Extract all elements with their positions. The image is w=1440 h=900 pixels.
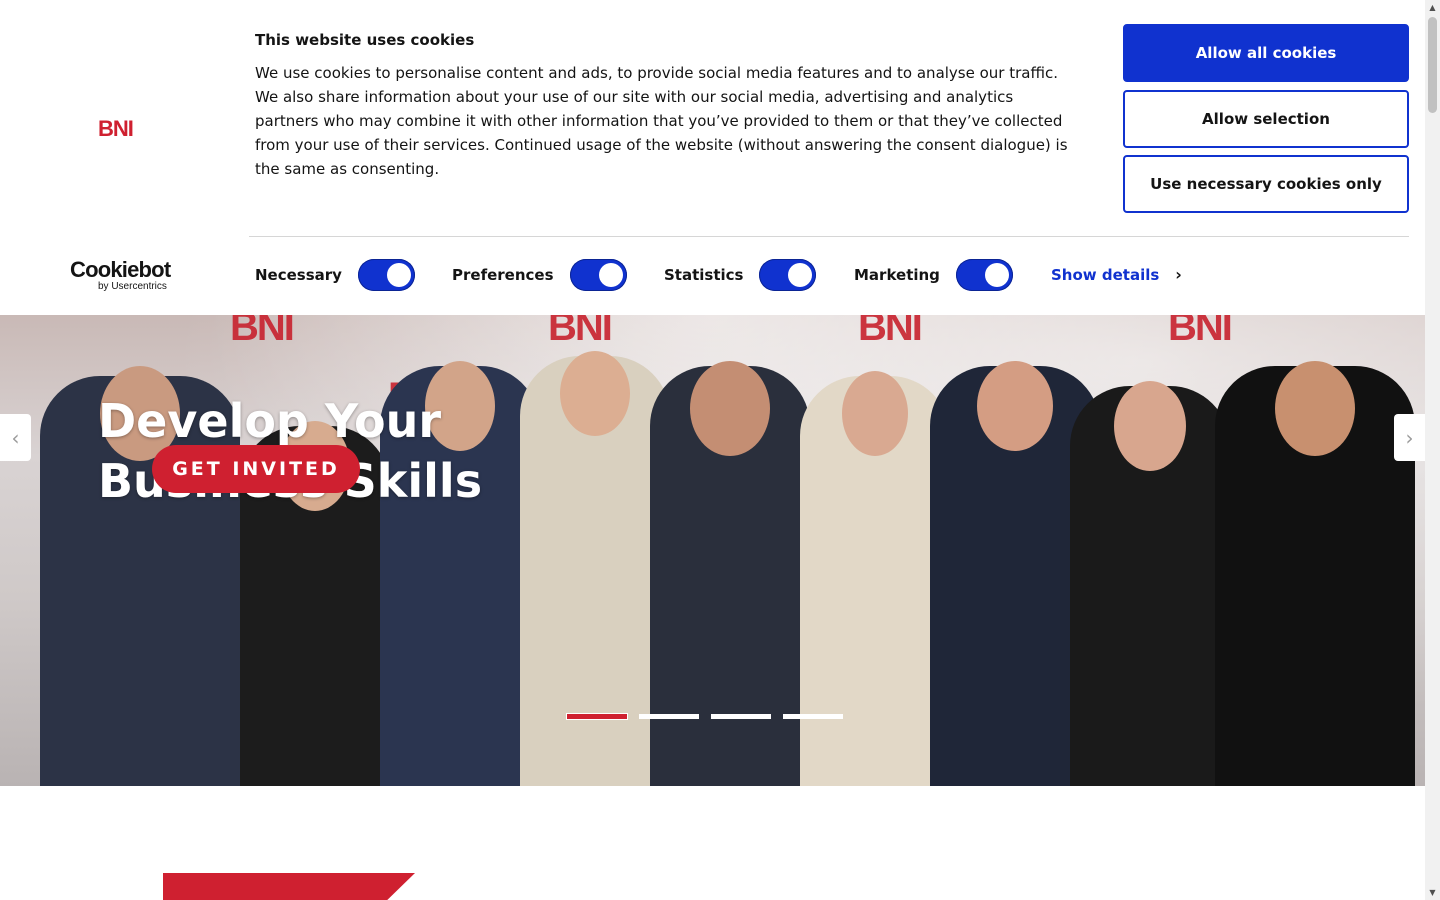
photo-person-head [842,371,908,456]
cookie-consent-banner: BNI This website uses cookies We use coo… [0,0,1425,315]
section-accent-banner [163,873,415,900]
switch-knob [984,263,1009,287]
toggle-marketing: Marketing [854,259,1013,291]
toggle-statistics-switch[interactable] [759,259,817,291]
slider-pagination [567,714,843,719]
backdrop-brand-mark: BNI [858,315,923,349]
allow-selection-button[interactable]: Allow selection [1123,90,1409,148]
photo-person-head [977,361,1053,451]
switch-knob [788,263,813,287]
slider-dot-1[interactable] [567,714,627,719]
bni-logo: BNI [98,116,134,141]
backdrop-brand-mark: BNI [1168,315,1233,349]
cookiebot-logo-by: by Usercentrics [98,281,167,292]
switch-knob [598,263,623,287]
toggle-necessary-switch[interactable] [357,259,415,291]
backdrop-brand-mark: BNI [230,315,295,349]
toggle-necessary-label: Necessary [255,266,342,284]
cookiebot-logo[interactable]: Cookiebot by Usercentrics [70,258,180,292]
toggle-preferences: Preferences [452,259,627,291]
toggle-statistics-label: Statistics [664,266,744,284]
photo-person-head [1275,361,1355,456]
toggle-necessary: Necessary [255,259,415,291]
photo-person-head [560,351,630,436]
page-scrollbar[interactable]: ▲ ▼ [1425,0,1440,900]
chevron-right-icon: › [1405,425,1414,450]
chevron-right-icon: › [1175,265,1182,284]
backdrop-brand-mark: BNI [548,315,613,349]
slider-dot-3[interactable] [711,714,771,719]
hero-slider: BNI BNI BNI BNI BNI BNI BNI BNI Develop … [0,315,1425,786]
photo-person-head [1114,381,1186,471]
show-details-label: Show details [1051,265,1160,284]
toggle-preferences-switch[interactable] [569,259,627,291]
slider-dot-2[interactable] [639,714,699,719]
cookie-title: This website uses cookies [255,31,475,49]
scrollbar-thumb[interactable] [1428,17,1437,113]
photo-person [520,351,670,786]
slider-dot-4[interactable] [783,714,843,719]
toggle-marketing-label: Marketing [854,266,940,284]
toggle-marketing-switch[interactable] [955,259,1013,291]
toggle-statistics: Statistics [664,259,817,291]
get-invited-button[interactable]: GET INVITED [152,445,360,493]
photo-person [650,361,810,786]
allow-all-cookies-button[interactable]: Allow all cookies [1123,24,1409,82]
cookiebot-logo-name: Cookiebot [70,257,171,282]
slider-next-button[interactable]: › [1394,414,1425,461]
slider-prev-button[interactable]: ‹ [0,414,31,461]
cookie-description: We use cookies to personalise content an… [255,64,1068,178]
photo-person [1215,361,1415,786]
scroll-down-icon[interactable]: ▼ [1425,885,1440,900]
necessary-cookies-only-button[interactable]: Use necessary cookies only [1123,155,1409,213]
chevron-left-icon: ‹ [11,425,20,450]
photo-person [1070,381,1230,786]
switch-knob [386,263,411,287]
scroll-up-icon[interactable]: ▲ [1425,0,1440,15]
photo-person-head [690,361,770,456]
photo-person [800,371,950,786]
show-details-link[interactable]: Show details › [1051,265,1182,284]
divider [249,236,1409,237]
toggle-preferences-label: Preferences [452,266,554,284]
